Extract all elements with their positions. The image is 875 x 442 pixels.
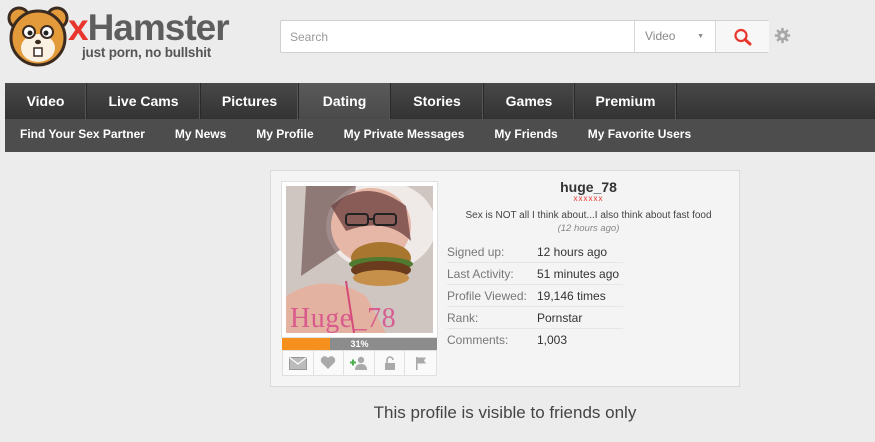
stat-rank: Rank: Pornstar xyxy=(447,307,623,329)
stat-label: Comments: xyxy=(447,333,509,347)
profile-stats: Signed up: 12 hours ago Last Activity: 5… xyxy=(447,241,623,351)
stat-value: Pornstar xyxy=(537,311,583,325)
profile-info: huge_78 xxxxxx Sex is NOT all I think ab… xyxy=(447,179,730,351)
profile-completion-bar: 31% xyxy=(282,338,437,350)
status-timestamp: (12 hours ago) xyxy=(557,223,620,234)
logo-wordmark: xHamster xyxy=(68,7,230,48)
stat-label: Rank: xyxy=(447,311,479,325)
send-message-button[interactable] xyxy=(283,351,314,375)
tab-dating[interactable]: Dating xyxy=(299,83,391,119)
dating-subnav: Find Your Sex Partner My News My Profile… xyxy=(5,119,875,152)
search-type-select[interactable]: Video ▼ xyxy=(634,21,715,52)
friends-only-notice: This profile is visible to friends only xyxy=(373,403,637,422)
search-input[interactable] xyxy=(281,21,634,52)
tab-live-cams[interactable]: Live Cams xyxy=(87,83,201,119)
logo-tagline: just porn, no bullshit xyxy=(82,45,212,60)
nav-tabs: Video Live Cams Pictures Dating Stories … xyxy=(5,83,875,119)
status-message: Sex is NOT all I think about...I also th… xyxy=(465,210,712,221)
lock-icon xyxy=(384,355,395,370)
tab-pictures[interactable]: Pictures xyxy=(201,83,299,119)
stat-last-activity: Last Activity: 51 minutes ago xyxy=(447,263,623,285)
chevron-down-icon: ▼ xyxy=(697,33,704,40)
unlock-button[interactable] xyxy=(375,351,406,375)
stat-comments: Comments: 1,003 xyxy=(447,329,623,351)
logo-word-hamster: Hamster xyxy=(87,7,230,48)
heart-icon xyxy=(321,356,336,369)
search-icon xyxy=(734,28,752,46)
subnav-find-sex-partner[interactable]: Find Your Sex Partner xyxy=(5,119,160,152)
stat-profile-viewed: Profile Viewed: 19,146 times xyxy=(447,285,623,307)
search-button[interactable] xyxy=(715,21,769,52)
stat-label: Profile Viewed: xyxy=(447,289,527,303)
add-friend-button[interactable] xyxy=(344,351,375,375)
tab-stories[interactable]: Stories xyxy=(391,83,484,119)
flag-icon xyxy=(415,356,426,370)
main-navigation: Video Live Cams Pictures Dating Stories … xyxy=(5,83,875,152)
subnav-my-favorite-users[interactable]: My Favorite Users xyxy=(573,119,706,152)
profile-actions xyxy=(282,350,437,376)
search-type-value: Video xyxy=(645,29,676,43)
profile-photo[interactable]: Huge_78 xyxy=(286,186,433,333)
logo-x: x xyxy=(68,7,89,48)
stat-label: Signed up: xyxy=(447,245,505,259)
stat-value: 19,146 times xyxy=(537,289,606,303)
photo-watermark: Huge_78 xyxy=(290,303,397,333)
logo[interactable]: xHamster just porn, no bullshit xyxy=(5,4,245,70)
subnav-my-private-messages[interactable]: My Private Messages xyxy=(329,119,480,152)
favorite-button[interactable] xyxy=(314,351,345,375)
subnav-my-friends[interactable]: My Friends xyxy=(479,119,572,152)
search-bar: Video ▼ xyxy=(280,20,769,53)
subnav-my-profile[interactable]: My Profile xyxy=(241,119,328,152)
stat-value: 12 hours ago xyxy=(537,245,608,259)
stat-signed-up: Signed up: 12 hours ago xyxy=(447,241,623,263)
tab-premium[interactable]: Premium xyxy=(575,83,677,119)
stat-value: 51 minutes ago xyxy=(537,267,620,281)
hamster-mascot-icon xyxy=(7,6,69,67)
tab-games[interactable]: Games xyxy=(484,83,575,119)
stat-value: 1,003 xyxy=(537,333,568,347)
gear-icon[interactable] xyxy=(774,27,791,44)
tab-video[interactable]: Video xyxy=(5,83,87,119)
report-button[interactable] xyxy=(405,351,436,375)
subnav-my-news[interactable]: My News xyxy=(160,119,241,152)
add-friend-icon xyxy=(350,356,368,370)
profile-completion-label: 31% xyxy=(350,339,369,349)
stat-label: Last Activity: xyxy=(447,267,514,281)
profile-username[interactable]: huge_78 xyxy=(447,179,730,195)
profile-photo-frame[interactable]: Huge_78 xyxy=(281,181,438,338)
profile-card: Huge_78 31% huge_78 xxxxxx Sex is NOT al… xyxy=(270,170,740,387)
rating-stars: xxxxxx xyxy=(573,194,604,203)
mail-icon xyxy=(288,356,307,370)
